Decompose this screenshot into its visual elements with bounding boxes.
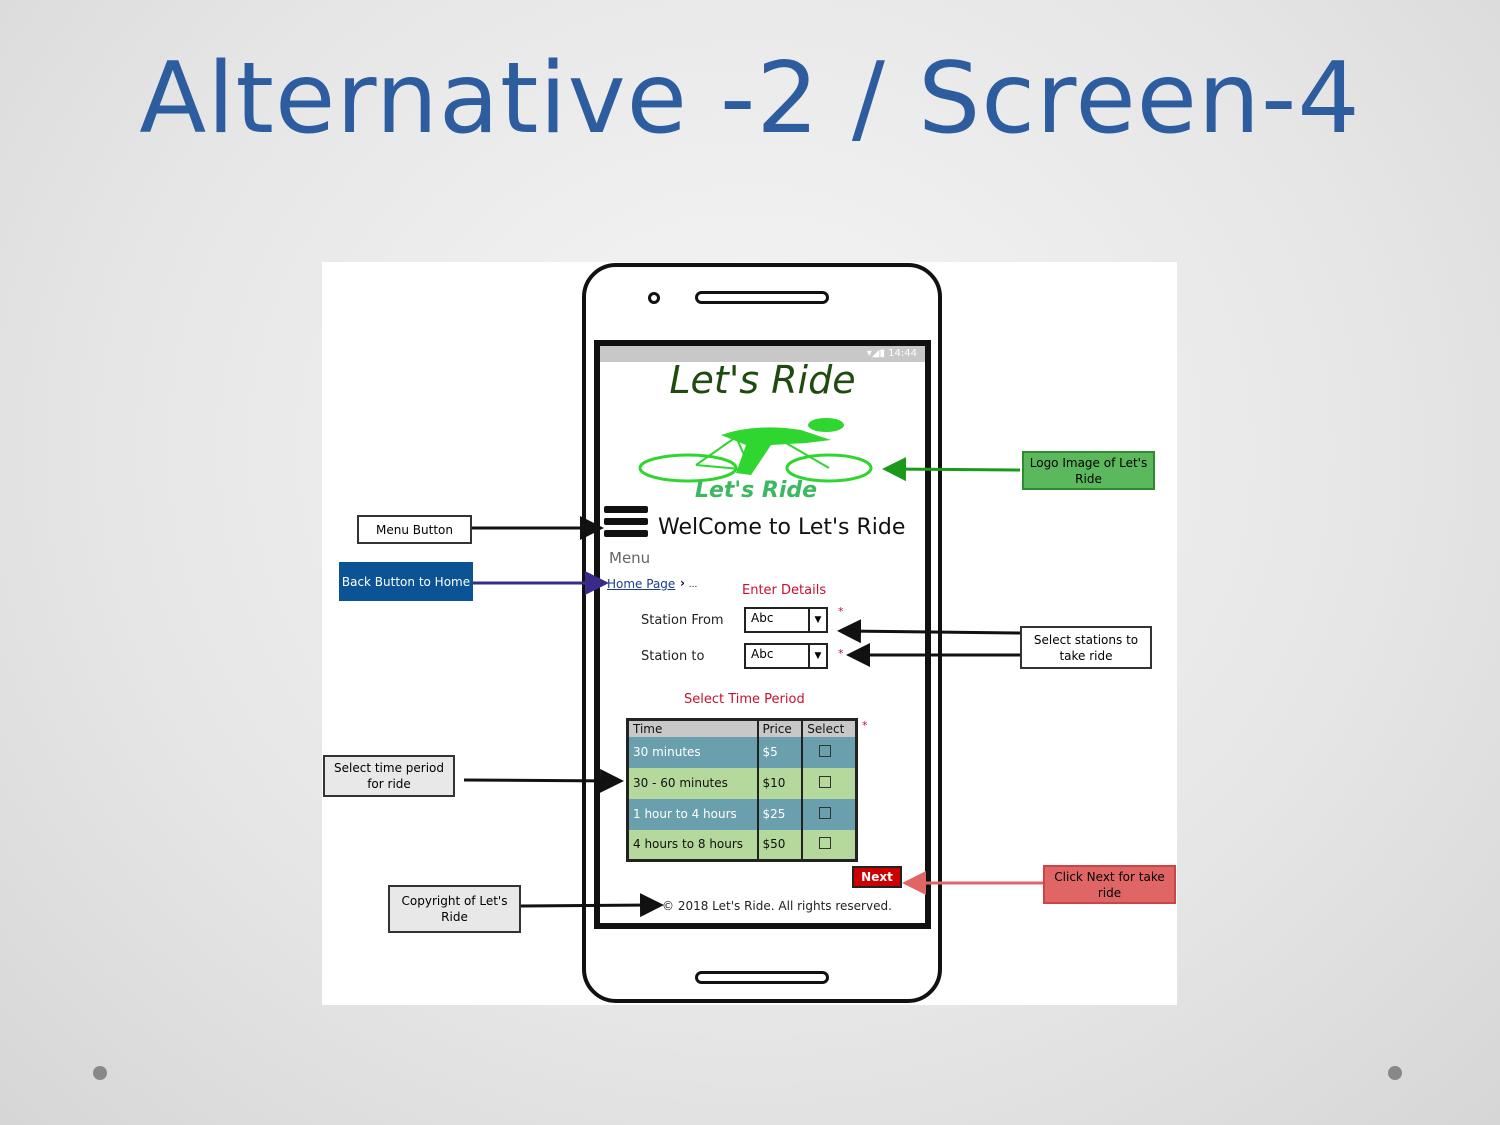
arrow-logo: [882, 457, 1021, 482]
annotation-arrows: [463, 457, 1043, 918]
slide-bullet-dot: [1388, 1066, 1402, 1080]
arrow-time: [463, 768, 624, 793]
arrow-station-from: [837, 619, 1021, 644]
arrow-copyright: [520, 893, 664, 918]
slide-bullet-dot: [93, 1066, 107, 1080]
